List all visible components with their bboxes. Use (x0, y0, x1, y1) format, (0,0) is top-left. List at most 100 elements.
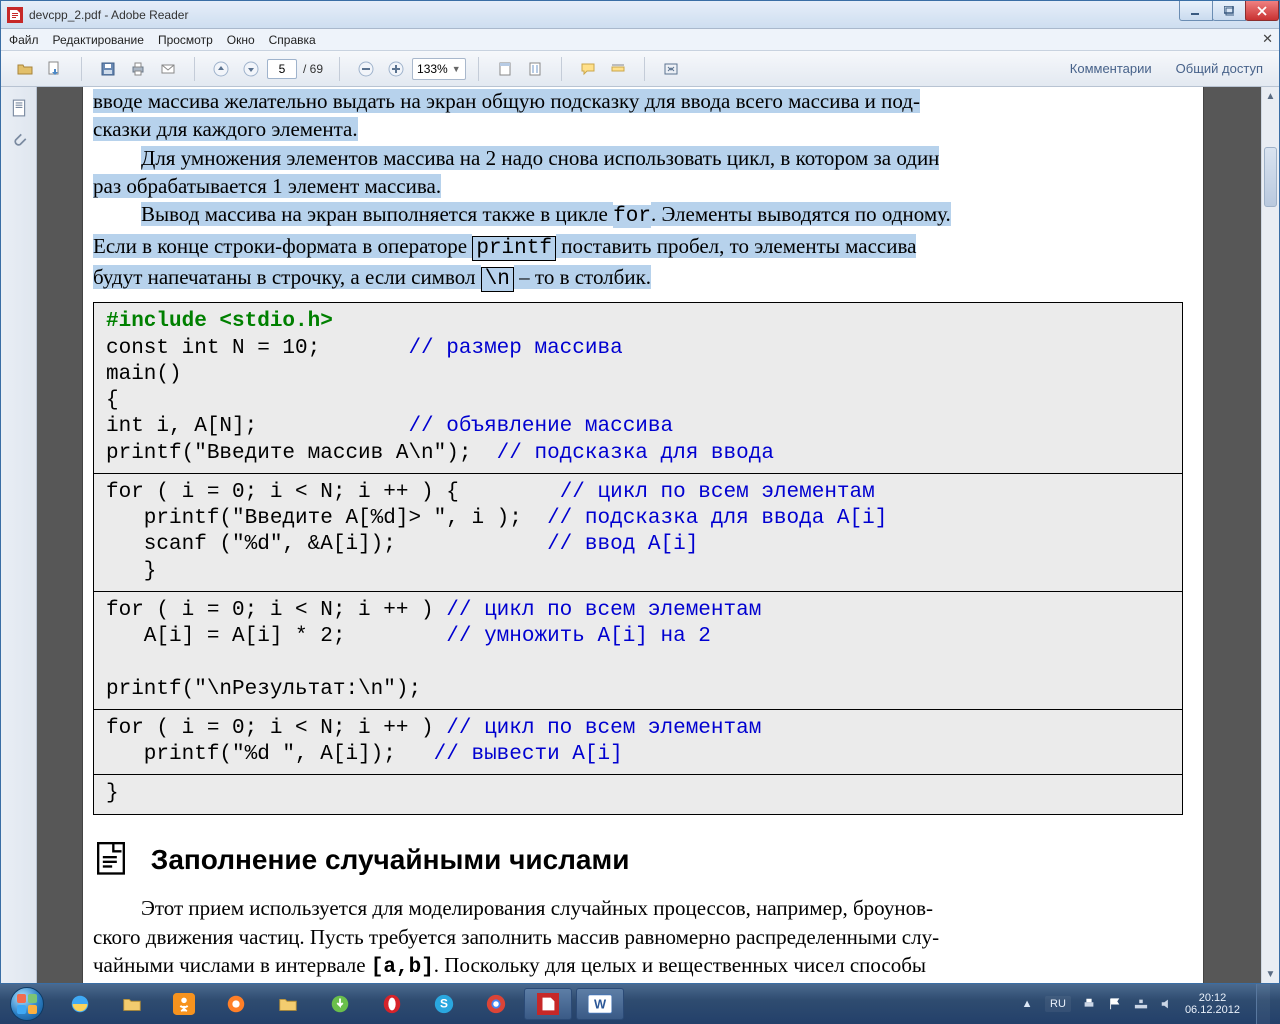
code-inline-newline[interactable]: \n (481, 267, 514, 292)
menu-help[interactable]: Справка (269, 33, 316, 47)
text-line[interactable]: Для умножения элементов массива на 2 над… (141, 146, 939, 170)
code-inline-range[interactable]: [a,b] (371, 956, 434, 979)
print-button[interactable] (124, 55, 152, 83)
export-pdf-button[interactable] (41, 55, 69, 83)
text-line[interactable]: – то в столбик. (514, 265, 651, 289)
menu-edit[interactable]: Редактирование (53, 33, 144, 47)
page-down-button[interactable] (237, 55, 265, 83)
taskbar-item-folder[interactable] (264, 988, 312, 1020)
document-area[interactable]: вводе массива желательно выдать на экран… (37, 87, 1279, 983)
text-line[interactable]: вводе массива желательно выдать на экран… (93, 89, 920, 113)
titlebar[interactable]: devcpp_2.pdf - Adobe Reader (1, 1, 1279, 29)
taskbar-item-torrent[interactable] (316, 988, 364, 1020)
taskbar-item-adobe-reader[interactable] (524, 988, 572, 1020)
start-button[interactable] (0, 984, 54, 1024)
code-cell[interactable]: } (94, 774, 1182, 813)
taskbar: S W ▲ RU 20:12 06.12.2012 (0, 984, 1280, 1024)
code-comment: // объявление массива (408, 415, 673, 438)
text-line[interactable]: Вывод массива на экран выполняется также… (141, 202, 613, 226)
code-text: for ( i = 0; i < N; i ++ ) { (106, 481, 560, 504)
code-text: const int N = 10; (106, 337, 408, 360)
save-button[interactable] (94, 55, 122, 83)
text-line[interactable]: . Элементы выводятся по одному. (651, 202, 951, 226)
code-inline-for[interactable]: for (613, 205, 651, 228)
code-cell[interactable]: for ( i = 0; i < N; i ++ ) // цикл по вс… (94, 591, 1182, 709)
menubar: Файл Редактирование Просмотр Окно Справк… (1, 29, 1279, 51)
close-button[interactable] (1245, 1, 1279, 21)
text-line[interactable]: ского движения частиц. Пусть требуется з… (93, 923, 1183, 951)
menu-window[interactable]: Окно (227, 33, 255, 47)
printer-tray-icon[interactable] (1081, 996, 1097, 1012)
workspace: вводе массива желательно выдать на экран… (1, 87, 1279, 983)
code-cell[interactable]: for ( i = 0; i < N; i ++ ) // цикл по вс… (94, 709, 1182, 775)
document-section-icon (97, 842, 125, 874)
code-cell[interactable]: for ( i = 0; i < N; i ++ ) { // цикл по … (94, 473, 1182, 591)
text-line[interactable]: . Поскольку для целых и вещественных чис… (434, 953, 926, 977)
code-text: } (106, 782, 119, 805)
attachments-icon[interactable] (8, 129, 30, 151)
show-desktop-button[interactable] (1256, 984, 1270, 1024)
code-comment: // ввод A[i] (547, 533, 698, 556)
page-total-label: / 69 (299, 62, 327, 76)
text-line[interactable]: чайными числами в интервале (93, 953, 371, 977)
vertical-scrollbar[interactable]: ▲ ▼ (1261, 87, 1279, 983)
code-text: main() (106, 363, 182, 386)
code-comment: // цикл по всем элементам (446, 717, 761, 740)
flag-tray-icon[interactable] (1107, 996, 1123, 1012)
zoom-in-button[interactable] (382, 55, 410, 83)
comment-button[interactable] (574, 55, 602, 83)
nav-sidebar (1, 87, 37, 983)
read-mode-button[interactable] (657, 55, 685, 83)
taskbar-item-ok[interactable] (160, 988, 208, 1020)
minimize-button[interactable] (1179, 1, 1213, 21)
language-indicator[interactable]: RU (1045, 996, 1071, 1012)
tool-hand-button[interactable] (521, 55, 549, 83)
code-comment: // размер массива (408, 337, 622, 360)
chevron-down-icon: ▼ (452, 64, 461, 74)
code-inline-printf[interactable]: printf (472, 236, 556, 261)
taskbar-item-chrome[interactable] (472, 988, 520, 1020)
taskbar-item-skype[interactable]: S (420, 988, 468, 1020)
zoom-level-select[interactable]: 133% ▼ (412, 58, 466, 80)
code-listing: #include <stdio.h> const int N = 10; // … (93, 302, 1183, 814)
menu-view[interactable]: Просмотр (158, 33, 213, 47)
code-text: for ( i = 0; i < N; i ++ ) (106, 599, 446, 622)
scroll-up-icon[interactable]: ▲ (1262, 87, 1279, 105)
text-line[interactable]: раз обрабатывается 1 элемент массива. (93, 174, 441, 198)
taskbar-item-explorer[interactable] (108, 988, 156, 1020)
comments-panel-link[interactable]: Комментарии (1060, 57, 1162, 80)
thumbnails-icon[interactable] (8, 97, 30, 119)
open-button[interactable] (11, 55, 39, 83)
text-line[interactable]: Этот прием используется для моделировани… (93, 894, 1183, 922)
network-tray-icon[interactable] (1133, 996, 1149, 1012)
highlight-button[interactable] (604, 55, 632, 83)
code-cell[interactable]: #include <stdio.h> const int N = 10; // … (94, 303, 1182, 473)
zoom-out-button[interactable] (352, 55, 380, 83)
taskbar-clock[interactable]: 20:12 06.12.2012 (1185, 992, 1240, 1016)
menubar-close-icon[interactable]: ✕ (1262, 31, 1273, 47)
text-line[interactable]: поставить пробел, то элементы массива (556, 234, 916, 258)
page-number-input[interactable] (267, 59, 297, 79)
code-text: printf("Введите массив A\n"); (106, 442, 497, 465)
tray-chevron-up-icon[interactable]: ▲ (1019, 996, 1035, 1012)
text-line[interactable]: будут напечатаны в строчку, а если симво… (93, 265, 481, 289)
text-line[interactable]: Если в конце строки-формата в операторе (93, 234, 472, 258)
scroll-down-icon[interactable]: ▼ (1262, 965, 1279, 983)
scrollbar-thumb[interactable] (1264, 147, 1277, 207)
code-text: scanf ("%d", &A[i]); (106, 533, 547, 556)
text-line[interactable]: сказки для каждого элемента. (93, 117, 358, 141)
share-panel-link[interactable]: Общий доступ (1166, 57, 1273, 80)
taskbar-item-media[interactable] (212, 988, 260, 1020)
page-up-button[interactable] (207, 55, 235, 83)
menu-file[interactable]: Файл (9, 33, 39, 47)
volume-tray-icon[interactable] (1159, 996, 1175, 1012)
taskbar-item-word[interactable]: W (576, 988, 624, 1020)
email-button[interactable] (154, 55, 182, 83)
taskbar-item-opera[interactable] (368, 988, 416, 1020)
taskbar-item-ie[interactable] (56, 988, 104, 1020)
maximize-button[interactable] (1212, 1, 1246, 21)
svg-text:S: S (440, 997, 448, 1011)
tool-select-button[interactable] (491, 55, 519, 83)
code-comment: // подсказка для ввода A[i] (547, 507, 887, 530)
svg-text:W: W (594, 997, 607, 1012)
